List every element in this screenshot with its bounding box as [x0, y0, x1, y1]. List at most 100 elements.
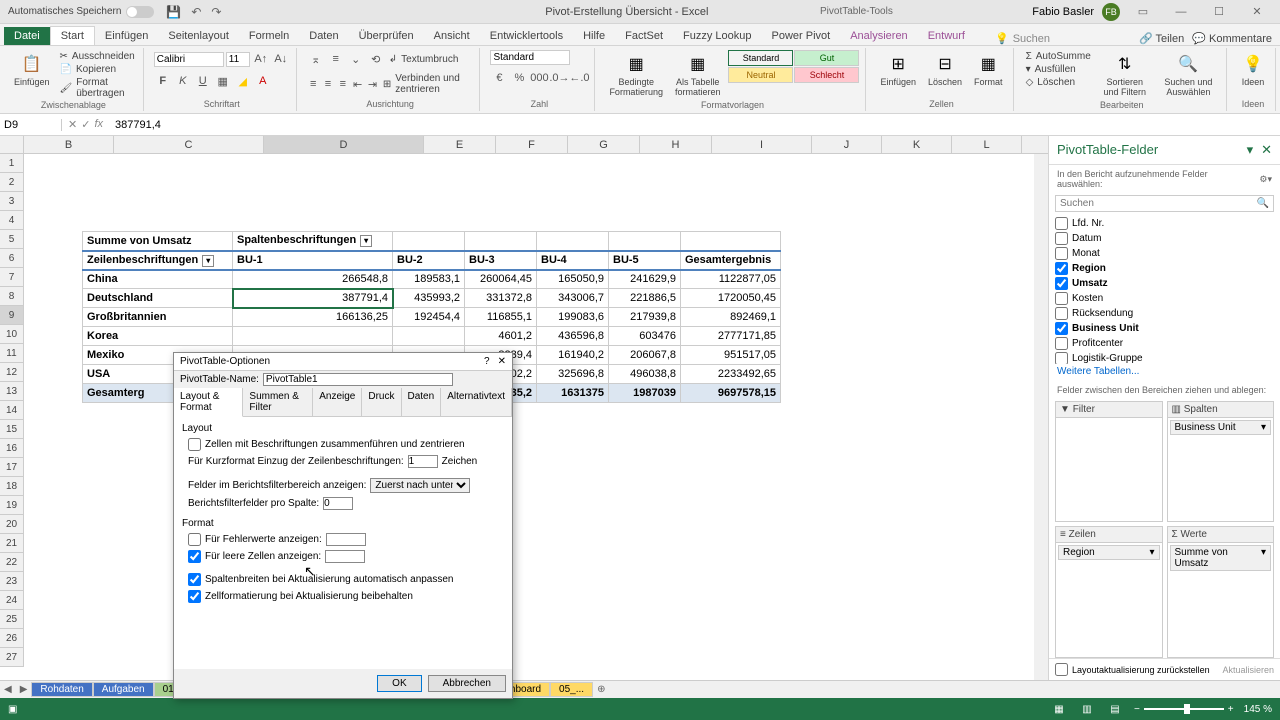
area-rows[interactable]: ≡ ZeilenRegion▾	[1055, 526, 1163, 658]
row-filter-dropdown[interactable]: ▾	[202, 255, 214, 267]
pivot-cell[interactable]: 435993,2	[393, 289, 465, 308]
pivot-cell[interactable]: 951517,05	[681, 346, 781, 365]
minimize-icon[interactable]: —	[1166, 6, 1196, 18]
zoom-slider[interactable]: − +	[1134, 704, 1234, 715]
merge-button[interactable]: ⊞ Verbinden und zentrieren	[381, 72, 474, 96]
pivot-cell[interactable]: 2777171,85	[681, 327, 781, 346]
tab-powerpivot[interactable]: Power Pivot	[762, 27, 841, 45]
ideas-button[interactable]: 💡Ideen	[1237, 50, 1269, 90]
field-checkbox[interactable]	[1055, 307, 1068, 320]
field-item[interactable]: Business Unit	[1055, 321, 1274, 336]
pivot-cell[interactable]: 241629,9	[609, 270, 681, 289]
fx-cancel-icon[interactable]: ✕	[68, 118, 77, 131]
row-head-22[interactable]: 22	[0, 553, 24, 572]
align-top-icon[interactable]: ⌅	[307, 50, 325, 68]
name-box[interactable]: D9	[0, 119, 62, 131]
pivot-cell[interactable]	[233, 327, 393, 346]
page-layout-view-icon[interactable]: ▥	[1078, 704, 1096, 715]
pivot-row-label[interactable]: China	[83, 270, 233, 289]
align-left-icon[interactable]: ≡	[307, 75, 320, 93]
fill-color-icon[interactable]: ◢	[234, 72, 252, 90]
align-mid-icon[interactable]: ≡	[327, 50, 345, 68]
field-list[interactable]: Lfd. Nr.DatumMonatRegionUmsatzKostenRück…	[1049, 214, 1280, 364]
tab-seitenlayout[interactable]: Seitenlayout	[158, 27, 239, 45]
field-checkbox[interactable]	[1055, 337, 1068, 350]
defer-layout-checkbox[interactable]	[1055, 663, 1068, 676]
row-head-14[interactable]: 14	[0, 401, 24, 420]
format-as-table-button[interactable]: ▦Als Tabelle formatieren	[671, 50, 725, 100]
field-item[interactable]: Region	[1055, 261, 1274, 276]
ok-button[interactable]: OK	[377, 675, 421, 692]
dialog-close-icon[interactable]: ✕	[498, 356, 506, 367]
conditional-formatting-button[interactable]: ▦Bedingte Formatierung	[605, 50, 667, 100]
field-item[interactable]: Datum	[1055, 231, 1274, 246]
pivot-cell[interactable]: 116855,1	[465, 308, 537, 327]
pivot-row-label[interactable]: Korea	[83, 327, 233, 346]
search-icon[interactable]: 💡	[995, 32, 1009, 45]
tab-entwurf[interactable]: Entwurf	[918, 27, 975, 45]
tab-hilfe[interactable]: Hilfe	[573, 27, 615, 45]
pivot-cell[interactable]: 217939,8	[609, 308, 681, 327]
row-head-8[interactable]: 8	[0, 287, 24, 306]
font-color-icon[interactable]: A	[254, 72, 272, 90]
area-filter[interactable]: ▼ Filter	[1055, 401, 1163, 522]
pivot-cell[interactable]: 206067,8	[609, 346, 681, 365]
pivot-cell[interactable]: 221886,5	[609, 289, 681, 308]
style-standard[interactable]: Standard	[728, 50, 793, 66]
field-item[interactable]: Monat	[1055, 246, 1274, 261]
field-item[interactable]: Logistik-Gruppe	[1055, 351, 1274, 364]
col-head-i[interactable]: I	[712, 136, 812, 153]
dtab-alttext[interactable]: Alternativtext	[441, 388, 512, 416]
row-head-15[interactable]: 15	[0, 420, 24, 439]
pivot-cell[interactable]: 166136,25	[233, 308, 393, 327]
col-head-f[interactable]: F	[496, 136, 568, 153]
zoom-out-icon[interactable]: −	[1134, 704, 1140, 715]
row-head-16[interactable]: 16	[0, 439, 24, 458]
tab-factset[interactable]: FactSet	[615, 27, 673, 45]
pivot-cell[interactable]: 892469,1	[681, 308, 781, 327]
align-bot-icon[interactable]: ⌄	[347, 50, 365, 68]
fx-icon[interactable]: fx	[94, 118, 103, 131]
ribbon-options-icon[interactable]: ▭	[1128, 5, 1158, 18]
zoom-level[interactable]: 145 %	[1244, 704, 1272, 715]
autosave-toggle[interactable]: Automatisches Speichern	[8, 6, 154, 18]
sheet-aufgaben[interactable]: Aufgaben	[93, 682, 154, 697]
bold-icon[interactable]: F	[154, 72, 172, 90]
grow-font-icon[interactable]: A↑	[252, 50, 270, 68]
pivot-cell[interactable]: 331372,8	[465, 289, 537, 308]
shrink-font-icon[interactable]: A↓	[272, 50, 290, 68]
row-head-6[interactable]: 6	[0, 249, 24, 268]
field-checkbox[interactable]	[1055, 352, 1068, 364]
tab-analysieren[interactable]: Analysieren	[840, 27, 917, 45]
inc-decimal-icon[interactable]: .0→	[550, 69, 568, 87]
format-cells-button[interactable]: ▦Format	[970, 50, 1007, 90]
tab-nav-prev-icon[interactable]: ◀	[0, 684, 16, 695]
dec-decimal-icon[interactable]: ←.0	[570, 69, 588, 87]
col-head-k[interactable]: K	[882, 136, 952, 153]
filter-cols-spinner[interactable]	[323, 497, 353, 510]
sort-filter-button[interactable]: ⇅Sortieren und Filtern	[1097, 50, 1153, 100]
row-head-5[interactable]: 5	[0, 230, 24, 249]
dtab-layout[interactable]: Layout & Format	[174, 388, 243, 417]
row-head-7[interactable]: 7	[0, 268, 24, 287]
formula-input[interactable]: 387791,4	[109, 119, 1280, 131]
pivot-cell[interactable]: 1720050,45	[681, 289, 781, 308]
comments-button[interactable]: 💬 Kommentare	[1192, 32, 1272, 45]
tab-file[interactable]: Datei	[4, 27, 50, 45]
row-head-24[interactable]: 24	[0, 591, 24, 610]
row-head-2[interactable]: 2	[0, 173, 24, 192]
pivot-cell[interactable]: 266548,8	[233, 270, 393, 289]
field-checkbox[interactable]	[1055, 217, 1068, 230]
pivottable-name-input[interactable]	[263, 373, 453, 386]
fieldpane-close-icon[interactable]: ✕	[1261, 142, 1272, 157]
row-head-11[interactable]: 11	[0, 344, 24, 363]
row-head-1[interactable]: 1	[0, 154, 24, 173]
normal-view-icon[interactable]: ▦	[1050, 704, 1068, 715]
pivot-cell[interactable]: 496038,8	[609, 365, 681, 384]
pivot-row-label[interactable]: Deutschland	[83, 289, 233, 308]
save-icon[interactable]: 💾	[166, 5, 181, 19]
pivot-cell[interactable]: 436596,8	[537, 327, 609, 346]
indent-inc-icon[interactable]: ⇥	[366, 75, 379, 93]
row-head-13[interactable]: 13	[0, 382, 24, 401]
indent-dec-icon[interactable]: ⇤	[351, 75, 364, 93]
